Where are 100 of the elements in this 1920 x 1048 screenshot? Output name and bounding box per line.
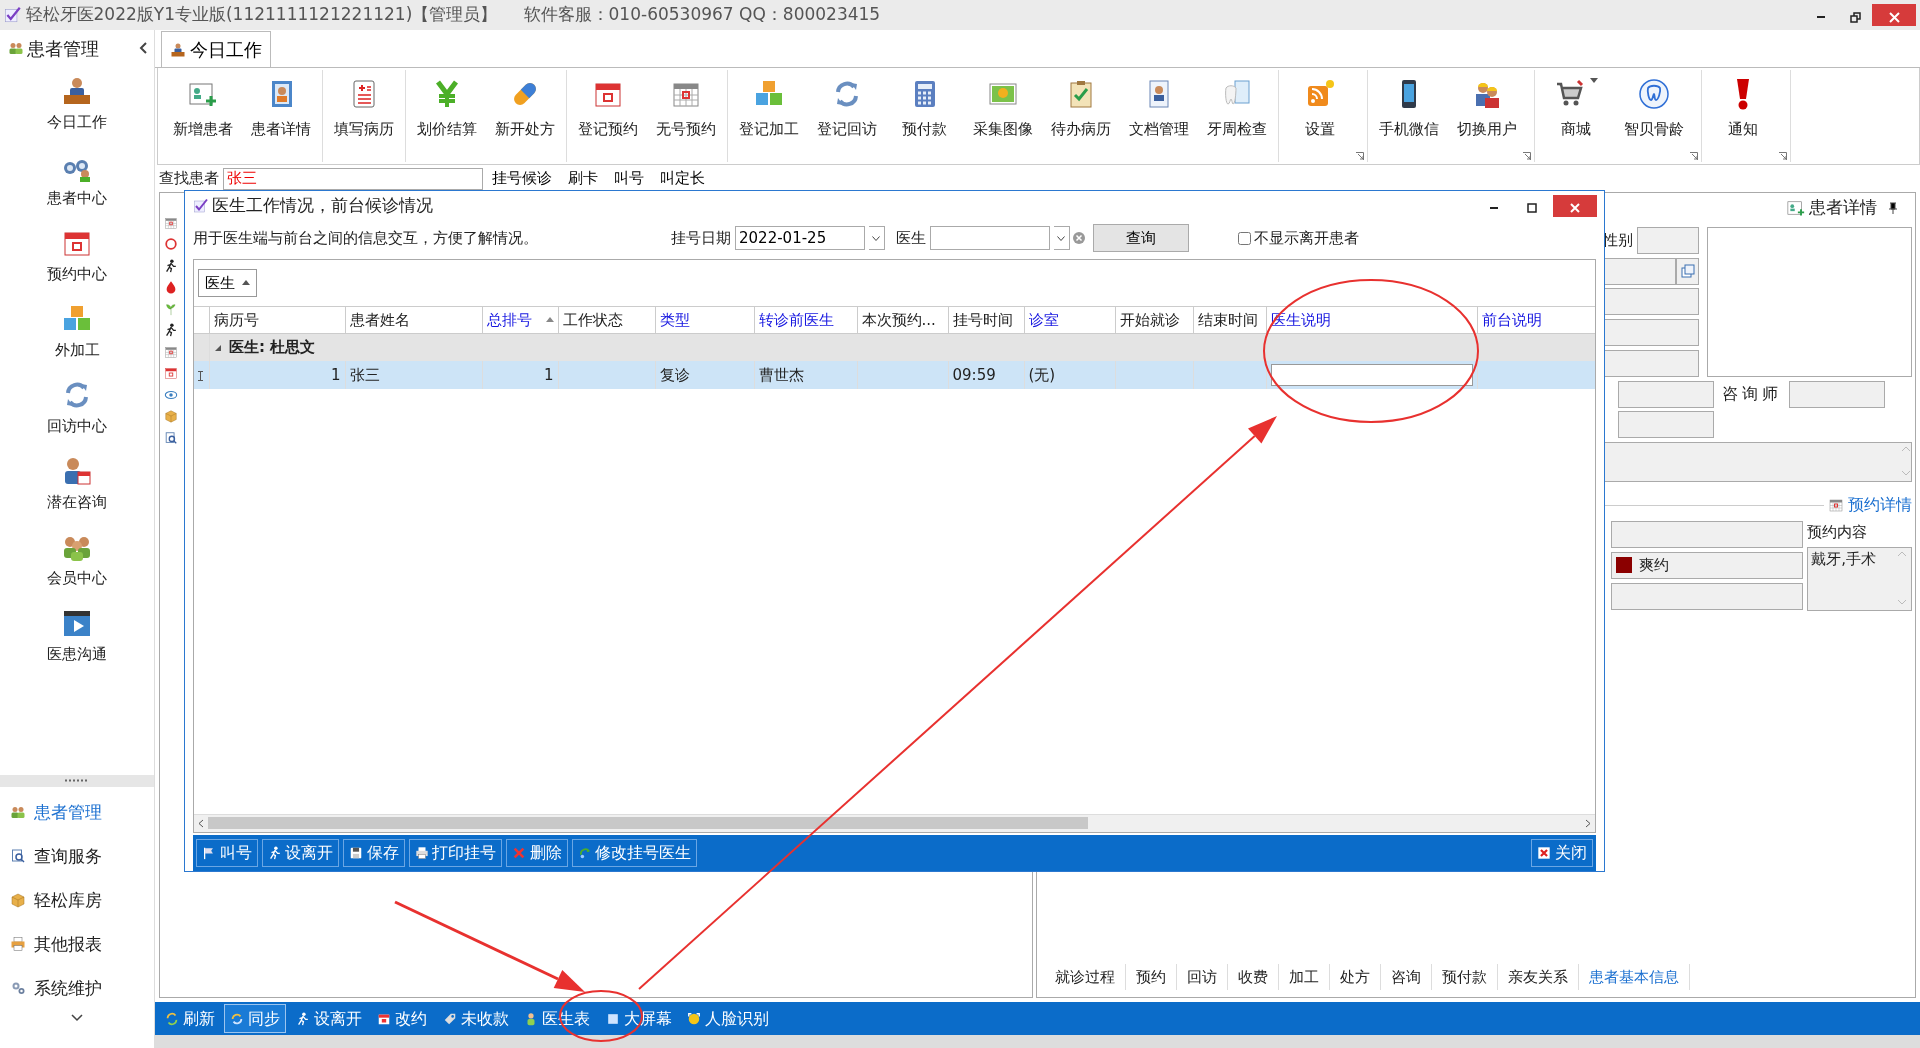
close-button[interactable] bbox=[1552, 195, 1597, 217]
module-button[interactable]: 医患沟通 bbox=[0, 598, 154, 674]
launcher-icon[interactable] bbox=[1689, 152, 1698, 160]
status-bar-button[interactable]: 刷新 bbox=[158, 1004, 221, 1033]
toolbar-button[interactable]: 挂号候诊 bbox=[486, 167, 559, 190]
status-bar-button[interactable]: 同步 bbox=[224, 1004, 286, 1033]
module-button[interactable]: 患者中心 bbox=[0, 142, 154, 218]
nav-item[interactable]: 轻松库房 bbox=[0, 878, 154, 923]
column-header[interactable]: 类型 bbox=[659, 308, 690, 331]
column-header[interactable]: 挂号时间 bbox=[952, 308, 1013, 331]
status-field[interactable]: 爽约 bbox=[1610, 551, 1803, 579]
close-button[interactable] bbox=[1872, 4, 1917, 26]
toolbar-button[interactable]: 新增患者 bbox=[163, 74, 242, 154]
nav-item[interactable]: 查询服务 bbox=[0, 834, 154, 879]
dropdown-button[interactable] bbox=[1053, 226, 1070, 250]
footer-button[interactable]: 删除 bbox=[506, 838, 568, 867]
status-bar-button[interactable]: 未收款 bbox=[436, 1004, 515, 1033]
toolbar-button[interactable]: 刷卡 bbox=[562, 167, 604, 190]
toolbar-button[interactable]: 登记加工 bbox=[729, 74, 808, 154]
toolbar-button[interactable]: 填写病历 bbox=[324, 74, 403, 154]
input-field[interactable] bbox=[1603, 288, 1700, 316]
tab[interactable]: 今日工作 bbox=[161, 31, 271, 67]
module-button[interactable]: 潜在咨询 bbox=[0, 446, 154, 522]
tab[interactable]: 加工 bbox=[1278, 963, 1330, 990]
column-header[interactable]: 本次预约... bbox=[861, 308, 936, 331]
tab[interactable]: 处方 bbox=[1329, 963, 1381, 990]
tab[interactable]: 预付款 bbox=[1431, 963, 1498, 990]
tab[interactable]: 咨询 bbox=[1380, 963, 1432, 990]
toolbar-button[interactable]: 切换用户 bbox=[1447, 74, 1526, 154]
column-header[interactable]: 病历号 bbox=[213, 308, 259, 331]
footer-button[interactable]: 设离开 bbox=[261, 838, 340, 867]
toolbar-button[interactable]: 叫定长 bbox=[653, 167, 711, 190]
status-bar-button[interactable]: 大屏幕 bbox=[599, 1004, 678, 1033]
toolbar-button[interactable]: 采集图像 bbox=[963, 74, 1042, 154]
toolbar-button[interactable]: 登记预约 bbox=[568, 74, 647, 154]
toolbar-button[interactable]: 设置 bbox=[1280, 74, 1359, 154]
checkbox-option[interactable]: 不显示离开患者 bbox=[1237, 226, 1360, 250]
tab[interactable]: 回访 bbox=[1176, 963, 1228, 990]
footer-button[interactable]: 打印挂号 bbox=[408, 838, 503, 867]
toolbar-button[interactable]: 预付款 bbox=[885, 74, 964, 154]
dropdown-button[interactable] bbox=[868, 226, 885, 250]
input-field[interactable] bbox=[1618, 411, 1715, 439]
input-field[interactable] bbox=[1603, 349, 1700, 377]
toolbar-button[interactable]: 叫号 bbox=[607, 167, 650, 190]
toolbar-button[interactable]: 无号预约 bbox=[646, 74, 725, 154]
column-header[interactable]: 总排号 bbox=[486, 308, 532, 331]
collapse-icon[interactable] bbox=[213, 343, 222, 352]
toolbar-button[interactable]: 通知 bbox=[1703, 74, 1782, 154]
group-by-chip[interactable]: 医生 bbox=[197, 268, 258, 297]
input-field[interactable] bbox=[1610, 521, 1803, 548]
module-button[interactable]: 今日工作 bbox=[0, 66, 154, 142]
column-header[interactable]: 患者姓名 bbox=[349, 308, 410, 331]
input-field[interactable] bbox=[1789, 380, 1886, 408]
toolbar-button[interactable]: 文档管理 bbox=[1119, 74, 1198, 154]
input-field[interactable] bbox=[1610, 582, 1803, 610]
scrollbar-thumb[interactable] bbox=[207, 817, 1088, 830]
column-header[interactable]: 转诊前医生 bbox=[758, 308, 834, 331]
launcher-icon[interactable] bbox=[1778, 152, 1787, 160]
nav-item[interactable]: 患者管理 bbox=[0, 790, 154, 835]
tab[interactable]: 患者基本信息 bbox=[1578, 963, 1690, 990]
toolbar-button[interactable]: 新开处方 bbox=[485, 74, 564, 154]
footer-button[interactable]: 保存 bbox=[343, 838, 405, 867]
input-field[interactable] bbox=[1618, 380, 1715, 408]
column-header[interactable]: 工作状态 bbox=[562, 308, 623, 331]
nav-item[interactable]: 系统维护 bbox=[0, 966, 154, 1011]
nav-item[interactable]: 其他报表 bbox=[0, 922, 154, 967]
column-header[interactable]: 结束时间 bbox=[1197, 308, 1258, 331]
input-field[interactable] bbox=[1270, 364, 1473, 387]
input-field[interactable] bbox=[1603, 257, 1676, 285]
tab[interactable]: 预约 bbox=[1125, 963, 1177, 990]
status-bar-button[interactable]: 改约 bbox=[371, 1004, 433, 1033]
status-bar-button[interactable]: 人脸识别 bbox=[681, 1004, 775, 1033]
doctor-field[interactable] bbox=[929, 226, 1050, 250]
status-bar-button[interactable]: 设离开 bbox=[289, 1004, 368, 1033]
footer-button[interactable]: 叫号 bbox=[196, 838, 258, 867]
module-button[interactable]: 会员中心 bbox=[0, 522, 154, 598]
toolbar-button[interactable]: 商城 bbox=[1536, 74, 1615, 154]
search-field[interactable]: 张三 bbox=[222, 167, 483, 190]
input-field[interactable] bbox=[1637, 226, 1700, 254]
module-button[interactable]: 预约中心 bbox=[0, 218, 154, 294]
copy-button[interactable] bbox=[1675, 257, 1700, 285]
module-button[interactable]: 外加工 bbox=[0, 294, 154, 370]
toolbar-button[interactable]: 牙周检查 bbox=[1197, 74, 1276, 154]
module-button[interactable]: 回访中心 bbox=[0, 370, 154, 446]
query-button[interactable]: 查询 bbox=[1092, 224, 1189, 252]
toolbar-button[interactable]: 手机微信 bbox=[1369, 74, 1448, 154]
group-row[interactable]: 医生: 杜思文 bbox=[209, 333, 1595, 362]
tab[interactable]: 亲友关系 bbox=[1497, 963, 1579, 990]
tab[interactable]: 收费 bbox=[1227, 963, 1279, 990]
checkbox[interactable] bbox=[1237, 231, 1251, 245]
toolbar-button[interactable]: 划价结算 bbox=[407, 74, 486, 154]
column-header[interactable]: 前台说明 bbox=[1481, 308, 1542, 331]
date-field[interactable]: 2022-01-25 bbox=[735, 226, 865, 250]
text-area[interactable]: 戴牙,手术 bbox=[1806, 547, 1912, 612]
launcher-icon[interactable] bbox=[1355, 152, 1364, 160]
toolbar-button[interactable]: 患者详情 bbox=[241, 74, 320, 154]
launcher-icon[interactable] bbox=[1522, 152, 1531, 160]
footer-button[interactable]: 修改挂号医生 bbox=[571, 838, 698, 867]
dialog-close-button[interactable]: 关闭 bbox=[1531, 838, 1593, 867]
column-header[interactable]: 诊室 bbox=[1028, 308, 1059, 331]
